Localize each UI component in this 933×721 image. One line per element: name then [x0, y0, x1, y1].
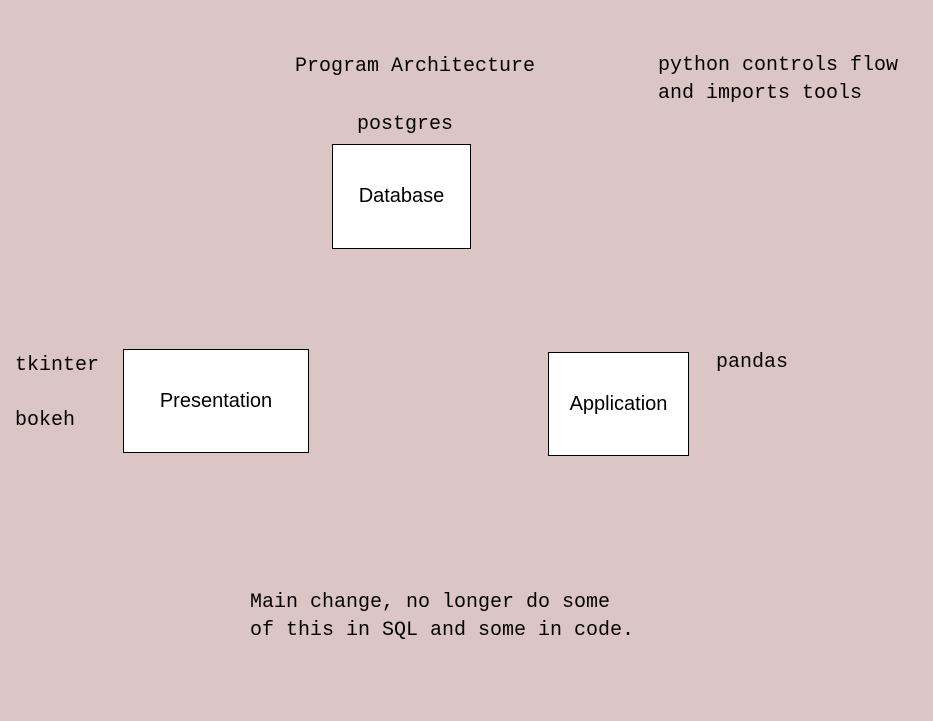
bokeh-label: bokeh [15, 409, 75, 432]
python-note: python controls flow and imports tools [658, 52, 898, 108]
python-note-line2: and imports tools [658, 80, 898, 108]
tkinter-label: tkinter [15, 354, 99, 377]
application-box: Application [548, 352, 689, 456]
diagram-title: Program Architecture [295, 55, 535, 78]
database-box-label: Database [359, 185, 445, 208]
database-box: Database [332, 144, 471, 249]
application-box-label: Application [570, 393, 668, 416]
python-note-line1: python controls flow [658, 52, 898, 80]
presentation-box-label: Presentation [160, 390, 272, 413]
main-change-note-line2: of this in SQL and some in code. [250, 617, 634, 645]
postgres-label: postgres [357, 113, 453, 136]
presentation-box: Presentation [123, 349, 309, 453]
main-change-note: Main change, no longer do some of this i… [250, 589, 634, 645]
main-change-note-line1: Main change, no longer do some [250, 589, 634, 617]
pandas-label: pandas [716, 351, 788, 374]
